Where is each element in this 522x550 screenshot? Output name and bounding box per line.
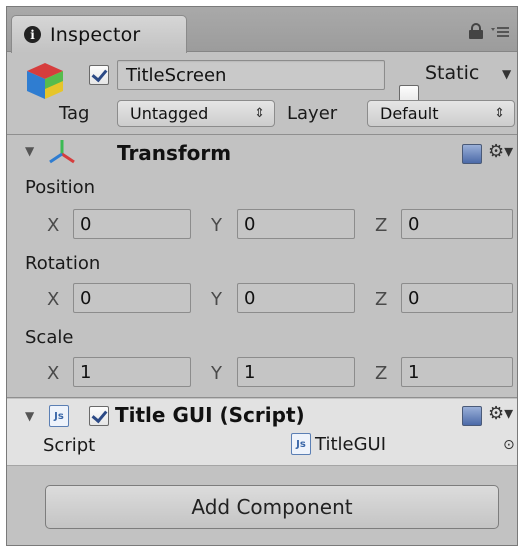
transform-foldout-icon[interactable]: ▼ bbox=[25, 144, 34, 158]
position-y-label: Y bbox=[211, 215, 222, 236]
scale-x-label: X bbox=[47, 363, 60, 384]
lock-icon[interactable] bbox=[469, 23, 483, 39]
position-x-label: X bbox=[47, 215, 60, 236]
divider bbox=[7, 397, 517, 398]
rotation-y-label: Y bbox=[211, 289, 222, 310]
gameobject-name-field[interactable]: TitleScreen bbox=[117, 60, 385, 90]
gameobject-cube-icon bbox=[23, 59, 67, 103]
layer-label: Layer bbox=[287, 103, 338, 124]
rotation-label: Rotation bbox=[25, 253, 101, 274]
script-enabled-checkbox[interactable] bbox=[89, 406, 109, 426]
rotation-z-label: Z bbox=[375, 289, 388, 310]
tab-title: Inspector bbox=[50, 23, 141, 46]
rotation-x-field[interactable]: 0 bbox=[73, 283, 191, 313]
rotation-x-label: X bbox=[47, 289, 60, 310]
script-component-title[interactable]: Title GUI (Script) bbox=[115, 403, 305, 427]
gear-icon[interactable]: ⚙▾ bbox=[488, 404, 513, 424]
transform-title[interactable]: Transform bbox=[117, 141, 231, 165]
scale-z-field[interactable]: 1 bbox=[401, 357, 513, 387]
position-z-field[interactable]: 0 bbox=[401, 209, 513, 239]
help-book-icon[interactable] bbox=[462, 144, 482, 164]
dropdown-arrows-icon: ⇕ bbox=[254, 106, 265, 121]
dropdown-arrows-icon: ⇕ bbox=[494, 106, 505, 121]
tab-bar: i Inspector bbox=[7, 7, 517, 53]
help-book-icon[interactable] bbox=[462, 406, 482, 426]
js-script-icon: Js bbox=[49, 405, 69, 427]
rotation-z-field[interactable]: 0 bbox=[401, 283, 513, 313]
script-foldout-icon[interactable]: ▼ bbox=[25, 409, 34, 423]
info-icon: i bbox=[24, 26, 41, 43]
rotation-y-field[interactable]: 0 bbox=[237, 283, 355, 313]
layer-value: Default bbox=[380, 104, 439, 123]
static-label: Static bbox=[425, 62, 480, 84]
object-picker-icon[interactable]: ⊙ bbox=[503, 437, 515, 453]
scale-y-label: Y bbox=[211, 363, 222, 384]
position-z-label: Z bbox=[375, 215, 388, 236]
scale-z-label: Z bbox=[375, 363, 388, 384]
menu-icon[interactable] bbox=[491, 25, 509, 39]
divider bbox=[7, 134, 517, 135]
active-checkbox[interactable] bbox=[89, 65, 109, 85]
position-label: Position bbox=[25, 177, 96, 198]
script-field-value: TitleGUI bbox=[315, 433, 387, 455]
scale-x-field[interactable]: 1 bbox=[73, 357, 191, 387]
js-script-icon: Js bbox=[291, 433, 311, 455]
tag-dropdown[interactable]: Untagged ⇕ bbox=[117, 100, 275, 127]
static-dropdown-arrow-icon[interactable]: ▼ bbox=[502, 67, 511, 81]
transform-axis-icon bbox=[47, 138, 77, 166]
scale-y-field[interactable]: 1 bbox=[237, 357, 355, 387]
divider bbox=[7, 465, 517, 466]
position-y-field[interactable]: 0 bbox=[237, 209, 355, 239]
script-object-field[interactable]: Js TitleGUI bbox=[291, 433, 386, 455]
tag-value: Untagged bbox=[130, 104, 209, 123]
position-x-field[interactable]: 0 bbox=[73, 209, 191, 239]
add-component-button[interactable]: Add Component bbox=[45, 485, 499, 529]
gear-icon[interactable]: ⚙▾ bbox=[488, 142, 513, 162]
layer-dropdown[interactable]: Default ⇕ bbox=[367, 100, 515, 127]
tab-inspector[interactable]: i Inspector bbox=[11, 15, 187, 53]
scale-label: Scale bbox=[25, 327, 74, 348]
inspector-window: i Inspector TitleScreen Static ▼ Tag Unt… bbox=[6, 6, 518, 546]
tag-label: Tag bbox=[59, 103, 90, 124]
script-component-panel: ▼ Js Title GUI (Script) ⚙▾ Script Js Tit… bbox=[7, 399, 517, 465]
script-field-label: Script bbox=[43, 435, 96, 456]
